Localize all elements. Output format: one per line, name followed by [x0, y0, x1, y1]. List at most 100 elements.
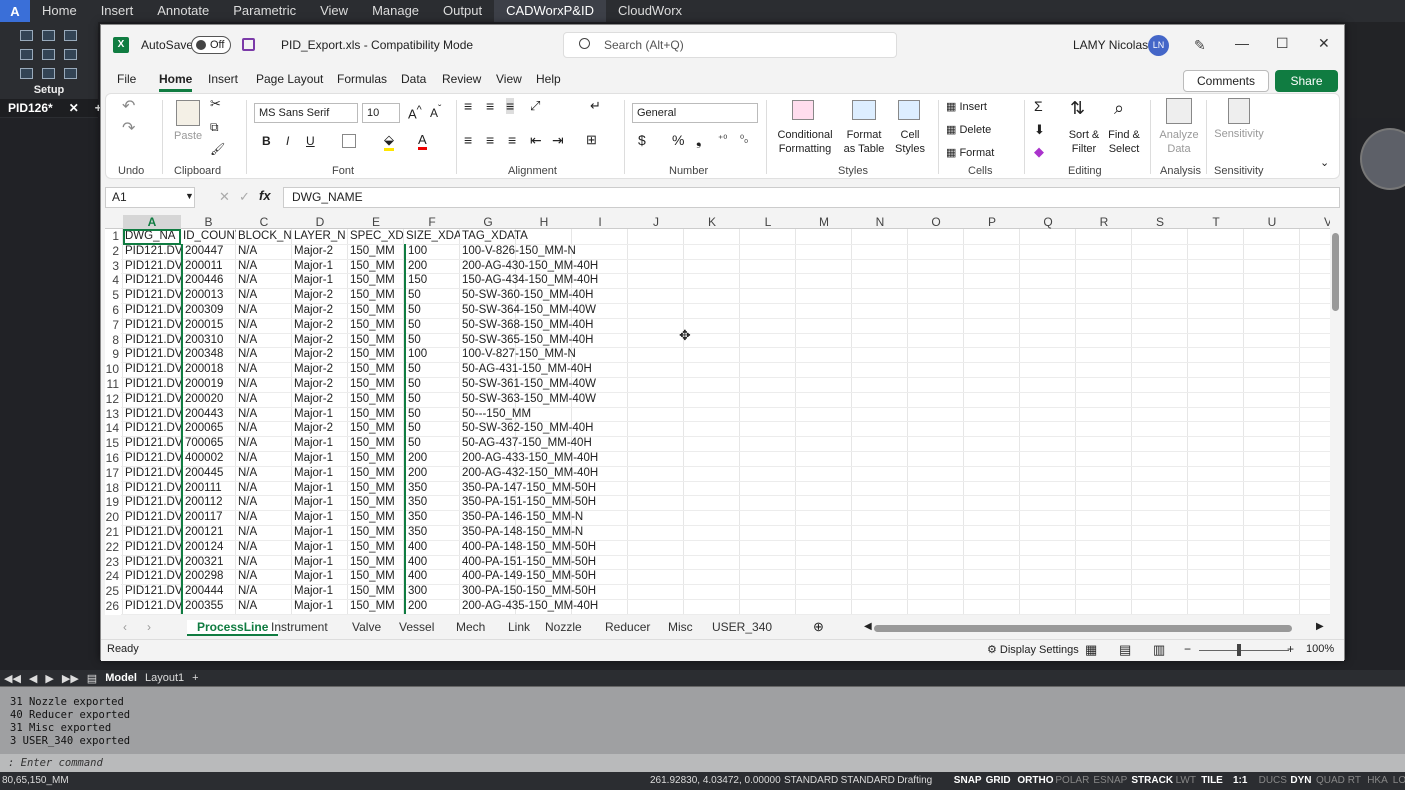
align-bottom-icon[interactable]: ≡ — [506, 98, 515, 114]
zoom-slider-handle[interactable] — [1237, 644, 1241, 656]
pen-icon[interactable]: ✎ — [1194, 37, 1206, 54]
table-cell[interactable]: 50-AG-431-150_MM-40H — [460, 362, 630, 377]
table-cell[interactable]: 50 — [404, 362, 460, 378]
redo-icon[interactable]: ↷ — [122, 118, 135, 138]
percent-icon[interactable]: % — [672, 132, 684, 148]
status-toggle-lockui[interactable]: LOCKUI — [1393, 772, 1405, 790]
sheet-tab-link[interactable]: Link — [508, 620, 530, 634]
table-cell[interactable]: 200117 — [181, 510, 236, 526]
table-cell[interactable]: 100 — [404, 243, 460, 259]
row-header[interactable]: 12 — [105, 392, 121, 407]
table-cell[interactable]: 50-SW-360-150_MM-40H — [460, 288, 630, 303]
cut-icon[interactable]: ✂ — [210, 96, 221, 112]
sheet-tab-mech[interactable]: Mech — [456, 620, 485, 634]
maximize-icon[interactable]: ☐ — [1276, 35, 1289, 52]
find-select-icon[interactable]: ⌕ — [1114, 98, 1124, 119]
tool-icon[interactable] — [64, 30, 77, 41]
row-header[interactable]: 21 — [105, 525, 121, 540]
table-cell[interactable]: 200112 — [181, 495, 236, 511]
currency-icon[interactable]: $ — [638, 132, 646, 148]
table-cell[interactable]: 150_MM — [348, 466, 404, 481]
table-cell[interactable]: PID121.DV — [123, 421, 181, 436]
cad-menu-cloudworx[interactable]: CloudWorx — [606, 0, 694, 22]
table-cell[interactable]: BLOCK_N — [236, 229, 292, 244]
column-header-q[interactable]: Q — [1020, 215, 1076, 229]
tool-icon[interactable] — [42, 30, 55, 41]
paste-button[interactable]: Paste — [174, 130, 202, 142]
status-toggle-tile[interactable]: TILE — [1201, 772, 1223, 790]
wrap-text-icon[interactable]: ↵ — [590, 98, 601, 114]
table-cell[interactable]: N/A — [236, 259, 292, 274]
cad-menu-cadworxp-id[interactable]: CADWorxP&ID — [494, 0, 606, 22]
status-toggle-standard[interactable]: STANDARD — [784, 772, 838, 790]
table-cell[interactable]: 150_MM — [348, 540, 404, 555]
tab-help[interactable]: Help — [536, 72, 561, 86]
table-cell[interactable]: 50 — [404, 332, 460, 348]
tab-file[interactable]: File — [117, 72, 136, 86]
table-cell[interactable]: PID121.DV — [123, 392, 181, 407]
row-header[interactable]: 26 — [105, 599, 121, 614]
table-cell[interactable]: 150_MM — [348, 451, 404, 466]
table-cell[interactable]: 100-V-826-150_MM-N — [460, 244, 630, 259]
insert-function-icon[interactable]: fx — [259, 188, 271, 203]
table-cell[interactable]: PID121.DV — [123, 495, 181, 510]
table-cell[interactable]: 200020 — [181, 391, 236, 407]
table-cell[interactable]: 150_MM — [348, 273, 404, 288]
table-cell[interactable]: PID121.DV — [123, 362, 181, 377]
table-cell[interactable]: Major-2 — [292, 362, 348, 377]
zoom-level[interactable]: 100% — [1306, 643, 1334, 655]
table-cell[interactable]: 200121 — [181, 525, 236, 540]
row-header[interactable]: 4 — [105, 273, 121, 288]
table-cell[interactable]: 400-PA-148-150_MM-50H — [460, 540, 630, 555]
tab-home[interactable]: Home — [159, 72, 193, 92]
tab-data[interactable]: Data — [401, 72, 426, 86]
table-cell[interactable]: 200-AG-432-150_MM-40H — [460, 466, 630, 481]
table-cell[interactable]: Major-2 — [292, 288, 348, 303]
row-header[interactable]: 24 — [105, 569, 121, 584]
save-icon[interactable] — [242, 38, 255, 51]
table-cell[interactable]: 200446 — [181, 273, 236, 289]
table-cell[interactable]: Major-1 — [292, 451, 348, 466]
table-cell[interactable]: Major-2 — [292, 333, 348, 348]
column-header-u[interactable]: U — [1244, 215, 1300, 229]
table-cell[interactable]: 400002 — [181, 451, 236, 466]
status-toggle-quad[interactable]: QUAD — [1316, 772, 1345, 790]
table-cell[interactable]: N/A — [236, 436, 292, 451]
page-break-view-icon[interactable]: ▥ — [1153, 642, 1165, 658]
table-cell[interactable]: N/A — [236, 599, 292, 614]
cad-menu-manage[interactable]: Manage — [360, 0, 431, 22]
table-cell[interactable]: 50-SW-362-150_MM-40H — [460, 421, 630, 436]
find-select-button[interactable]: Find & Select — [1104, 128, 1144, 156]
column-header-d[interactable]: D — [292, 215, 348, 229]
row-header[interactable]: 14 — [105, 421, 121, 436]
number-format-select[interactable]: General — [632, 103, 758, 123]
align-middle-icon[interactable]: ≡ — [486, 98, 494, 114]
table-cell[interactable]: ID_COUNT — [181, 229, 236, 244]
sheet-tab-misc[interactable]: Misc — [668, 620, 693, 634]
normal-view-icon[interactable]: ▦ — [1085, 642, 1097, 658]
delete-cells-button[interactable]: ▦ Delete — [946, 123, 991, 136]
shrink-font-icon[interactable]: Aˇ — [430, 104, 441, 120]
spreadsheet-grid[interactable]: ABCDEFGHIJKLMNOPQRSTUV 1 DWG_NA ID_COUNT BL… — [105, 215, 1330, 615]
cad-menu-parametric[interactable]: Parametric — [221, 0, 308, 22]
table-cell[interactable]: N/A — [236, 392, 292, 407]
zoom-out-icon[interactable]: − — [1184, 642, 1191, 656]
table-cell[interactable]: 150_MM — [348, 481, 404, 496]
table-cell[interactable]: 200124 — [181, 539, 236, 555]
table-cell[interactable]: 150_MM — [348, 599, 404, 614]
table-cell[interactable]: PID121.DV — [123, 481, 181, 496]
table-cell[interactable]: PID121.DV — [123, 436, 181, 451]
table-cell[interactable]: 150_MM — [348, 303, 404, 318]
table-cell[interactable]: Major-1 — [292, 540, 348, 555]
tool-icon[interactable] — [20, 68, 33, 79]
cad-logo-icon[interactable]: A — [0, 0, 30, 22]
borders-icon[interactable] — [342, 134, 356, 148]
comments-button[interactable]: Comments — [1183, 70, 1269, 92]
fill-icon[interactable]: ⬇ — [1034, 122, 1045, 138]
tool-icon[interactable] — [20, 30, 33, 41]
table-cell[interactable]: 50 — [404, 303, 460, 318]
status-toggle-hka[interactable]: HKA — [1367, 772, 1388, 790]
table-cell[interactable]: PID121.DV — [123, 333, 181, 348]
table-cell[interactable]: 50-SW-363-150_MM-40W — [460, 392, 630, 407]
status-toggle-ducs[interactable]: DUCS — [1259, 772, 1287, 790]
